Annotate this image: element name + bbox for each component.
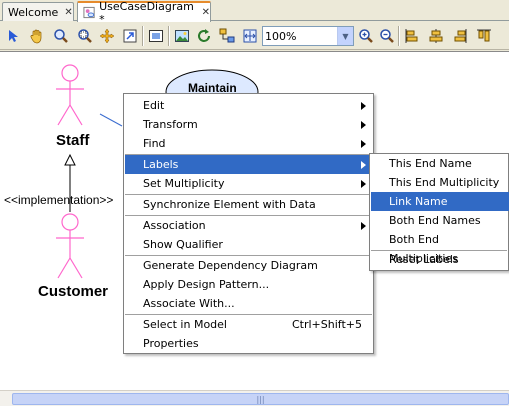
- scrollbar-thumb[interactable]: |||: [12, 393, 509, 405]
- menu-item-label: Select in Model: [143, 318, 227, 331]
- menu-item-label: Edit: [143, 99, 165, 112]
- submenu-arrow-icon: [361, 161, 366, 169]
- menu-item-label: Properties: [143, 337, 199, 350]
- menu-item-label: Association: [143, 219, 206, 232]
- menu-item-association[interactable]: Association: [125, 216, 372, 235]
- fit-icon[interactable]: [147, 27, 165, 45]
- submenu-arrow-icon: [361, 180, 366, 188]
- submenu-item-label: Link Name: [389, 195, 448, 208]
- menu-item-transform[interactable]: Transform: [125, 115, 372, 134]
- diagram-toolbar: 100% ▼: [0, 22, 509, 50]
- menu-item-associate-with[interactable]: Associate With...: [125, 294, 372, 313]
- submenu-arrow-icon: [361, 140, 366, 148]
- customer-actor-label[interactable]: Customer: [38, 283, 108, 300]
- menu-item-label: Transform: [143, 118, 198, 131]
- refresh-icon[interactable]: [195, 27, 213, 45]
- submenu-arrow-icon: [361, 102, 366, 110]
- export-icon[interactable]: [121, 27, 139, 45]
- menu-item-label: Apply Design Pattern...: [143, 278, 270, 291]
- hand-icon[interactable]: [28, 27, 46, 45]
- menu-item-label: Synchronize Element with Data: [143, 198, 316, 211]
- menu-item-label: Associate With...: [143, 297, 235, 310]
- menu-item-set-multiplicity[interactable]: Set Multiplicity: [125, 174, 372, 193]
- menu-item-label: Find: [143, 137, 166, 150]
- align-left-icon[interactable]: [403, 27, 421, 45]
- tab-welcome-label: Welcome: [8, 5, 59, 19]
- menu-item-labels[interactable]: Labels: [125, 155, 372, 174]
- menu-item-label: Generate Dependency Diagram: [143, 259, 318, 272]
- menu-item-edit[interactable]: Edit: [125, 96, 372, 115]
- menu-item-synchronize[interactable]: Synchronize Element with Data: [125, 195, 372, 214]
- chevron-down-icon[interactable]: ▼: [337, 27, 353, 45]
- submenu-item-this-end-multiplicity[interactable]: This End Multiplicity: [371, 173, 509, 192]
- submenu-item-label: Both End Names: [389, 214, 481, 227]
- editor-tab-strip: Welcome ✕ UseCaseDiagram * ✕: [0, 0, 509, 26]
- submenu-item-reset-labels[interactable]: Reset Labels: [371, 250, 509, 269]
- customer-actor-figure[interactable]: [56, 213, 84, 279]
- submenu-arrow-icon: [361, 121, 366, 129]
- context-menu: Edit Transform Find Labels Set Multiplic…: [123, 93, 374, 354]
- submenu-item-label: This End Multiplicity: [389, 176, 500, 189]
- zoom-out-icon[interactable]: [378, 27, 396, 45]
- generalization-arrowhead: [64, 153, 76, 166]
- menu-item-find[interactable]: Find: [125, 134, 372, 153]
- staff-actor-label[interactable]: Staff: [56, 132, 89, 149]
- menu-item-apply-design-pattern[interactable]: Apply Design Pattern...: [125, 275, 372, 294]
- zoom-in-icon[interactable]: [357, 27, 375, 45]
- close-icon[interactable]: ✕: [64, 7, 72, 18]
- align-center-icon[interactable]: [427, 27, 445, 45]
- zoom-icon[interactable]: [76, 27, 94, 45]
- diagram-icon: [83, 6, 95, 19]
- menu-item-label: Labels: [143, 158, 179, 171]
- submenu-arrow-icon: [361, 222, 366, 230]
- menu-item-label: Show Qualifier: [143, 238, 223, 251]
- submenu-item-label: This End Name: [389, 157, 472, 170]
- layout-icon[interactable]: [218, 27, 236, 45]
- submenu-item-both-end-names[interactable]: Both End Names: [371, 211, 509, 230]
- tab-welcome[interactable]: Welcome ✕: [2, 2, 74, 21]
- select-icon[interactable]: [4, 27, 22, 45]
- pan-icon[interactable]: [98, 27, 116, 45]
- submenu-item-label: Reset Labels: [389, 253, 459, 266]
- menu-item-label: Set Multiplicity: [143, 177, 225, 190]
- association-line[interactable]: [99, 113, 123, 127]
- menu-item-accelerator: Ctrl+Shift+5: [291, 318, 362, 331]
- close-icon[interactable]: ✕: [202, 7, 210, 18]
- menu-item-generate-dependency[interactable]: Generate Dependency Diagram: [125, 256, 372, 275]
- zoom-area-icon[interactable]: [52, 27, 70, 45]
- submenu-item-this-end-name[interactable]: This End Name: [371, 154, 509, 173]
- image-icon[interactable]: [173, 27, 191, 45]
- align-top-icon[interactable]: [475, 27, 493, 45]
- submenu-item-link-name[interactable]: Link Name: [371, 192, 509, 211]
- menu-item-show-qualifier[interactable]: Show Qualifier: [125, 235, 372, 254]
- labels-submenu: This End Name This End Multiplicity Link…: [369, 153, 509, 271]
- fit-page-icon[interactable]: [241, 27, 259, 45]
- align-right-icon[interactable]: [451, 27, 469, 45]
- menu-item-select-in-model[interactable]: Select in Model Ctrl+Shift+5: [125, 315, 372, 334]
- implementation-stereotype-label[interactable]: <<implementation>>: [4, 193, 113, 207]
- menu-item-properties[interactable]: Properties: [125, 334, 372, 353]
- horizontal-scrollbar[interactable]: |||: [0, 390, 509, 406]
- staff-actor-figure[interactable]: [56, 64, 84, 126]
- submenu-item-both-end-multiplicities[interactable]: Both End Multiplicities: [371, 230, 509, 265]
- zoom-combo[interactable]: 100% ▼: [262, 26, 354, 46]
- tab-use-case-diagram[interactable]: UseCaseDiagram * ✕: [77, 0, 211, 26]
- zoom-value: 100%: [265, 30, 297, 43]
